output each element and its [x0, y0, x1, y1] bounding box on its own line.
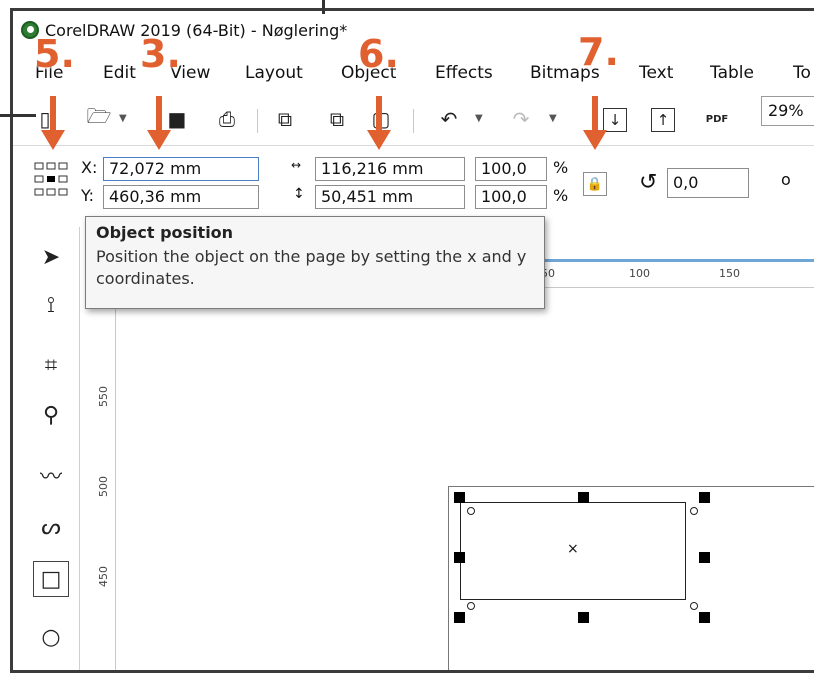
zoom-level-field[interactable]: 29% — [761, 96, 814, 126]
selection-handle[interactable] — [578, 612, 589, 623]
scale-height-field[interactable]: 100,0 — [475, 185, 547, 209]
menu-text[interactable]: Text — [639, 63, 673, 83]
x-position-field[interactable]: 72,072 mm — [103, 157, 259, 181]
menu-effects[interactable]: Effects — [435, 63, 493, 83]
publish-pdf-icon[interactable]: PDF — [703, 105, 731, 133]
height-field[interactable]: 50,451 mm — [315, 185, 465, 209]
tooltip-title: Object position — [96, 223, 234, 242]
crop-tool-icon[interactable]: ⌗ — [33, 347, 69, 383]
selection-handle[interactable] — [699, 492, 710, 503]
annotation-arrow — [583, 96, 607, 150]
width-icon: ↔ — [291, 158, 302, 172]
selection-handle[interactable] — [578, 492, 589, 503]
callout-line — [0, 114, 36, 117]
menu-layout[interactable]: Layout — [245, 63, 303, 83]
reference-point-icon[interactable] — [33, 160, 69, 200]
callout-line — [322, 0, 325, 14]
corner-node[interactable] — [690, 507, 698, 515]
pdf-label: PDF — [705, 113, 729, 125]
selection-handle[interactable] — [454, 552, 465, 563]
toolbar-separator — [257, 109, 258, 133]
x-label: X: — [81, 158, 98, 177]
selection-handle[interactable] — [699, 612, 710, 623]
selection-handle[interactable] — [454, 612, 465, 623]
annotation-arrow — [147, 96, 171, 150]
undo-icon[interactable]: ↶ — [435, 105, 463, 133]
property-bar: X: 72,072 mm Y: 460,36 mm ↔ 116,216 mm ↕… — [13, 145, 814, 222]
menu-tools[interactable]: To — [793, 63, 811, 83]
annotation-number-6: 6. — [358, 32, 399, 76]
rotate-icon: ↺ — [639, 170, 658, 195]
height-icon: ↕ — [293, 186, 305, 202]
shape-tool-icon[interactable]: ⟟ — [33, 287, 69, 323]
ruler-tick-label: 450 — [97, 566, 110, 587]
annotation-number-5: 5. — [34, 32, 75, 76]
selection-handle[interactable] — [454, 492, 465, 503]
copy-icon[interactable]: ⧉ — [323, 105, 351, 133]
cut-icon[interactable]: ⧉ — [271, 105, 299, 133]
window-title: CorelDRAW 2019 (64-Bit) - Nøglering* — [45, 21, 348, 40]
selection-handle[interactable] — [699, 552, 710, 563]
annotation-number-3: 3. — [140, 32, 181, 76]
width-field[interactable]: 116,216 mm — [315, 157, 465, 181]
ruler-tick-label: 500 — [97, 476, 110, 497]
ruler-tick-label: 150 — [719, 267, 740, 280]
annotation-arrow — [367, 96, 391, 150]
annotation-arrow — [41, 96, 65, 150]
rotation-angle-field[interactable]: 0,0 — [667, 168, 749, 198]
export-icon[interactable]: ↑ — [651, 108, 675, 132]
y-position-field[interactable]: 460,36 mm — [103, 185, 259, 209]
title-bar: CorelDRAW 2019 (64-Bit) - Nøglering* — [13, 11, 814, 49]
toolbar-separator — [413, 109, 414, 133]
ruler-tick-label: 550 — [97, 386, 110, 407]
redo-dropdown-icon[interactable]: ▼ — [549, 113, 557, 124]
corner-node[interactable] — [690, 602, 698, 610]
scale-width-field[interactable]: 100,0 — [475, 157, 547, 181]
print-icon[interactable]: ⎙ — [213, 105, 241, 133]
undo-dropdown-icon[interactable]: ▼ — [475, 113, 483, 124]
rectangle-tool-icon[interactable]: □ — [33, 561, 69, 597]
artistic-media-tool-icon[interactable]: ᔕ — [33, 509, 69, 545]
app-window: CorelDRAW 2019 (64-Bit) - Nøglering* Fil… — [10, 8, 814, 673]
rotation-degree-label: o — [781, 170, 791, 189]
percent-label-w: % — [553, 158, 569, 177]
ellipse-tool-icon[interactable]: ○ — [33, 619, 69, 655]
ruler-tick-label: 100 — [629, 267, 650, 280]
tooltip: Object position Position the object on t… — [85, 216, 545, 309]
lock-ratio-icon[interactable]: 🔒 — [583, 172, 607, 196]
corner-node[interactable] — [467, 602, 475, 610]
open-dropdown-icon[interactable]: ▼ — [119, 113, 127, 124]
percent-label-h: % — [553, 186, 569, 205]
menu-edit[interactable]: Edit — [103, 63, 136, 83]
menu-bar: File Edit View Layout Object Effects Bit… — [13, 57, 814, 91]
pick-tool-icon[interactable]: ➤ — [33, 239, 69, 275]
toolbox: ➤ ⟟ ⌗ ⚲ 〰 ᔕ □ ○ — [25, 227, 80, 670]
corner-node[interactable] — [467, 507, 475, 515]
zoom-tool-icon[interactable]: ⚲ — [33, 397, 69, 433]
vertical-ruler[interactable]: 550 500 450 — [93, 287, 116, 670]
freehand-tool-icon[interactable]: 〰 — [33, 457, 69, 493]
menu-table[interactable]: Table — [710, 63, 754, 83]
annotation-number-7: 7. — [578, 30, 619, 74]
open-folder-icon[interactable]: 🗁 — [85, 104, 113, 133]
object-center-marker: × — [567, 541, 579, 557]
tooltip-body: Position the object on the page by setti… — [96, 247, 527, 288]
standard-toolbar: ▯ 🗁 ▼ ■ ⎙ ⧉ ⧉ ▢ ↶ ▼ ↷ ▼ ↓ ↑ PDF — [13, 99, 814, 143]
y-label: Y: — [81, 186, 95, 205]
redo-icon[interactable]: ↷ — [507, 105, 535, 133]
